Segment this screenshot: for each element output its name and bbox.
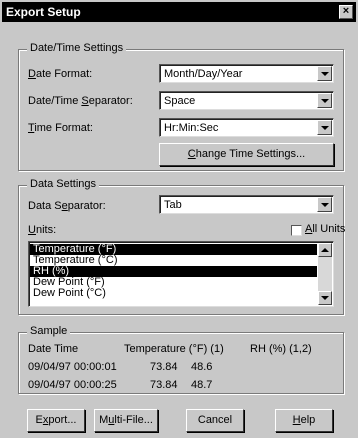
sample-header-temperature: Temperature (°F) (1): [124, 343, 224, 355]
cancel-button[interactable]: Cancel: [186, 409, 244, 432]
units-scrollbar[interactable]: [318, 243, 332, 305]
chevron-down-icon[interactable]: [317, 66, 332, 81]
units-label: Units:: [28, 224, 57, 236]
scroll-down-icon[interactable]: [318, 291, 332, 305]
units-listbox[interactable]: Temperature (°F) Temperature (°C) RH (%)…: [28, 241, 334, 307]
window-title: Export Setup: [6, 5, 81, 19]
data-separator-combo[interactable]: Tab: [159, 195, 334, 214]
data-separator-label: Data Separator:: [28, 200, 106, 212]
sample-row-rh: 48.7: [191, 379, 213, 391]
sample-row-temperature: 73.84: [150, 361, 178, 373]
date-format-label: Date Format:: [28, 68, 93, 80]
datetime-group-label: Date/Time Settings: [27, 42, 127, 54]
list-item[interactable]: Dew Point (°C): [30, 288, 317, 299]
sample-header-datetime: Date Time: [28, 343, 79, 355]
sample-row-rh: 48.6: [191, 361, 213, 373]
multi-file-button[interactable]: Multi-File...: [94, 409, 158, 432]
time-format-label: Time Format:: [28, 122, 93, 134]
date-format-value: Month/Day/Year: [164, 68, 243, 80]
date-format-combo[interactable]: Month/Day/Year: [159, 64, 334, 83]
scroll-up-icon[interactable]: [318, 243, 332, 257]
close-icon[interactable]: ×: [339, 5, 353, 19]
time-format-value: Hr:Min:Sec: [164, 122, 219, 134]
datetime-separator-combo[interactable]: Space: [159, 91, 334, 110]
time-format-combo[interactable]: Hr:Min:Sec: [159, 118, 334, 137]
all-units-label[interactable]: All Units: [305, 223, 345, 235]
datetime-separator-label: Date/Time Separator:: [28, 95, 133, 107]
help-button[interactable]: Help: [275, 409, 333, 432]
chevron-down-icon[interactable]: [317, 197, 332, 212]
sample-row-datetime: 09/04/97 00:00:25: [28, 379, 117, 391]
datetime-separator-value: Space: [164, 95, 196, 107]
sample-group-label: Sample: [27, 325, 71, 337]
all-units-checkbox[interactable]: [291, 225, 302, 236]
chevron-down-icon[interactable]: [317, 120, 332, 135]
change-time-settings-button[interactable]: Change Time Settings...: [159, 143, 334, 166]
export-setup-dialog: Export Setup × Date/Time Settings Date F…: [0, 0, 358, 438]
sample-row-datetime: 09/04/97 00:00:01: [28, 361, 117, 373]
export-button[interactable]: Export...: [27, 409, 85, 432]
list-item[interactable]: Temperature (°C): [30, 255, 317, 266]
data-separator-value: Tab: [164, 199, 182, 211]
sample-header-rh: RH (%) (1,2): [250, 343, 312, 355]
chevron-down-icon[interactable]: [317, 93, 332, 108]
sample-row-temperature: 73.84: [150, 379, 178, 391]
data-settings-group-label: Data Settings: [27, 178, 100, 190]
title-bar[interactable]: Export Setup ×: [2, 2, 356, 22]
